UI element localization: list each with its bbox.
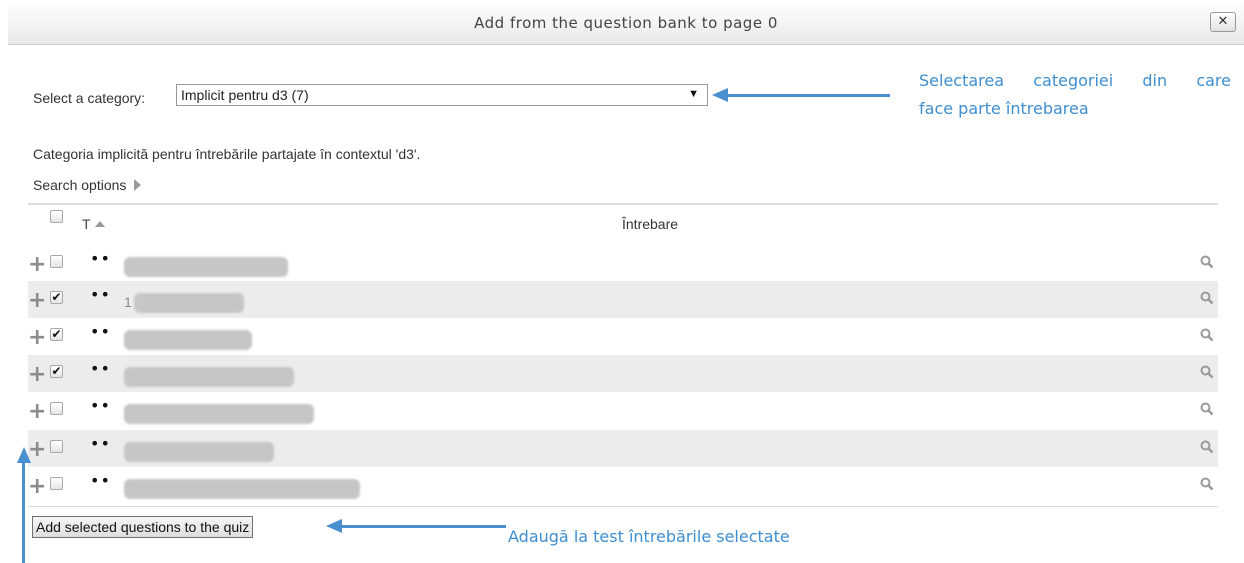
question-type-icon: •• [90, 249, 111, 268]
category-select[interactable]: Implicit pentru d3 (7) ▼ [176, 84, 708, 106]
search-options-label: Search options [33, 177, 127, 193]
question-text-redacted [124, 404, 314, 424]
table-row: + ✔ •• [28, 355, 1218, 392]
table-bottom-divider [28, 506, 1218, 507]
add-selected-questions-button[interactable]: Add selected questions to the quiz [32, 516, 254, 538]
question-text-redacted [124, 442, 274, 462]
magnifier-icon[interactable] [1200, 440, 1214, 454]
magnifier-icon[interactable] [1200, 255, 1214, 269]
table-top-divider [28, 203, 1218, 205]
question-type-icon: •• [90, 396, 111, 415]
annotation-add: Adaugă la test întrebările selectate [508, 527, 790, 546]
row-checkbox[interactable] [50, 402, 63, 415]
search-options-toggle[interactable]: Search options [33, 177, 142, 193]
row-checkbox[interactable] [50, 477, 63, 490]
select-all-checkbox[interactable] [50, 210, 63, 223]
table-row: + •• [28, 245, 1218, 282]
dialog-titlebar: Add from the question bank to page 0 ✕ [8, 0, 1244, 45]
question-type-icon: •• [90, 359, 111, 378]
plus-icon[interactable]: + [28, 327, 46, 349]
question-type-icon: •• [90, 434, 111, 453]
category-description: Categoria implicită pentru întrebările p… [33, 146, 421, 162]
question-text: 1 [124, 294, 132, 310]
annotation-arrowhead-plus [17, 447, 31, 463]
question-type-icon: •• [90, 471, 111, 490]
magnifier-icon[interactable] [1200, 402, 1214, 416]
table-row: + •• [28, 392, 1218, 429]
row-checkbox[interactable]: ✔ [50, 328, 63, 341]
question-type-icon: •• [90, 285, 111, 304]
plus-icon[interactable]: + [28, 290, 46, 312]
row-checkbox[interactable] [50, 255, 63, 268]
table-row: + •• [28, 430, 1218, 467]
column-header-question[interactable]: Întrebare [622, 216, 678, 232]
question-text-redacted [124, 479, 360, 499]
table-row: + •• [28, 467, 1218, 504]
annotation-arrow-add [340, 525, 506, 528]
sort-up-icon [94, 221, 105, 227]
row-checkbox[interactable]: ✔ [50, 365, 63, 378]
row-checkbox[interactable] [50, 440, 63, 453]
annotation-category: Selectarea categoriei din care face part… [919, 67, 1231, 123]
category-selected-value: Implicit pentru d3 (7) [181, 87, 309, 103]
annotation-arrowhead-category [712, 88, 728, 102]
category-label: Select a category: [33, 90, 146, 106]
column-type-label: T [82, 216, 91, 232]
question-text-redacted [134, 293, 244, 313]
annotation-arrowhead-add [326, 519, 342, 533]
triangle-right-icon [134, 179, 142, 191]
question-text-redacted [124, 257, 288, 277]
magnifier-icon[interactable] [1200, 328, 1214, 342]
dialog-title: Add from the question bank to page 0 [474, 14, 778, 32]
annotation-arrow-category [726, 94, 890, 97]
column-header-type[interactable]: T [82, 216, 105, 232]
question-text-redacted [124, 367, 294, 387]
magnifier-icon[interactable] [1200, 291, 1214, 305]
magnifier-icon[interactable] [1200, 365, 1214, 379]
plus-icon[interactable]: + [28, 364, 46, 386]
question-text-redacted [124, 330, 252, 350]
plus-icon[interactable]: + [28, 254, 46, 276]
table-row: + ✔ •• 1 [28, 281, 1218, 318]
row-checkbox[interactable]: ✔ [50, 291, 63, 304]
annotation-category-line1: Selectarea categoriei din care [919, 71, 1231, 90]
close-button[interactable]: ✕ [1210, 12, 1236, 32]
table-row: + ✔ •• [28, 318, 1218, 355]
chevron-down-icon: ▼ [688, 88, 699, 100]
plus-icon[interactable]: + [28, 401, 46, 423]
question-type-icon: •• [90, 322, 111, 341]
magnifier-icon[interactable] [1200, 477, 1214, 491]
annotation-arrow-plus [22, 462, 25, 563]
annotation-category-line2: face parte întrebarea [919, 99, 1089, 118]
plus-icon[interactable]: + [28, 476, 46, 498]
